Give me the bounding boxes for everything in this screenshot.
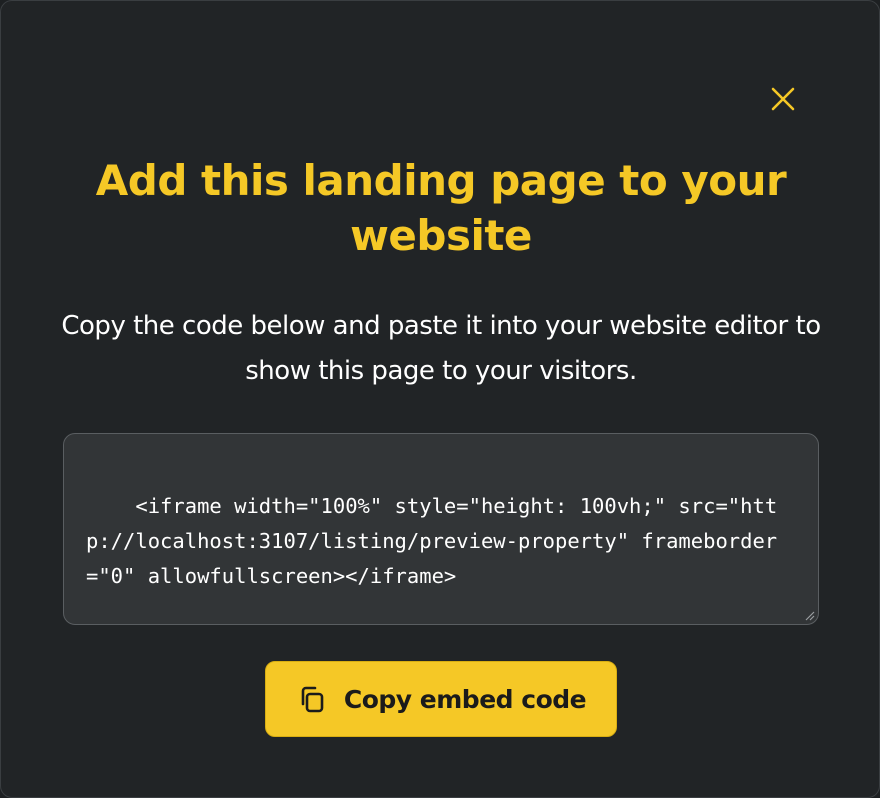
close-button[interactable] xyxy=(765,81,801,117)
close-icon xyxy=(771,87,795,111)
dialog-title: Add this landing page to your website xyxy=(95,156,787,260)
embed-code-textarea[interactable]: <iframe width="100%" style="height: 100v… xyxy=(63,433,819,625)
copy-button-label: Copy embed code xyxy=(343,684,587,714)
copy-icon xyxy=(296,683,328,715)
copy-embed-code-button[interactable]: Copy embed code xyxy=(265,661,617,737)
embed-dialog: Add this landing page to your website Co… xyxy=(0,0,880,798)
embed-code-text: <iframe width="100%" style="height: 100v… xyxy=(86,494,778,588)
resize-grip-icon[interactable] xyxy=(803,609,815,621)
dialog-description: Copy the code below and paste it into yo… xyxy=(61,311,821,386)
